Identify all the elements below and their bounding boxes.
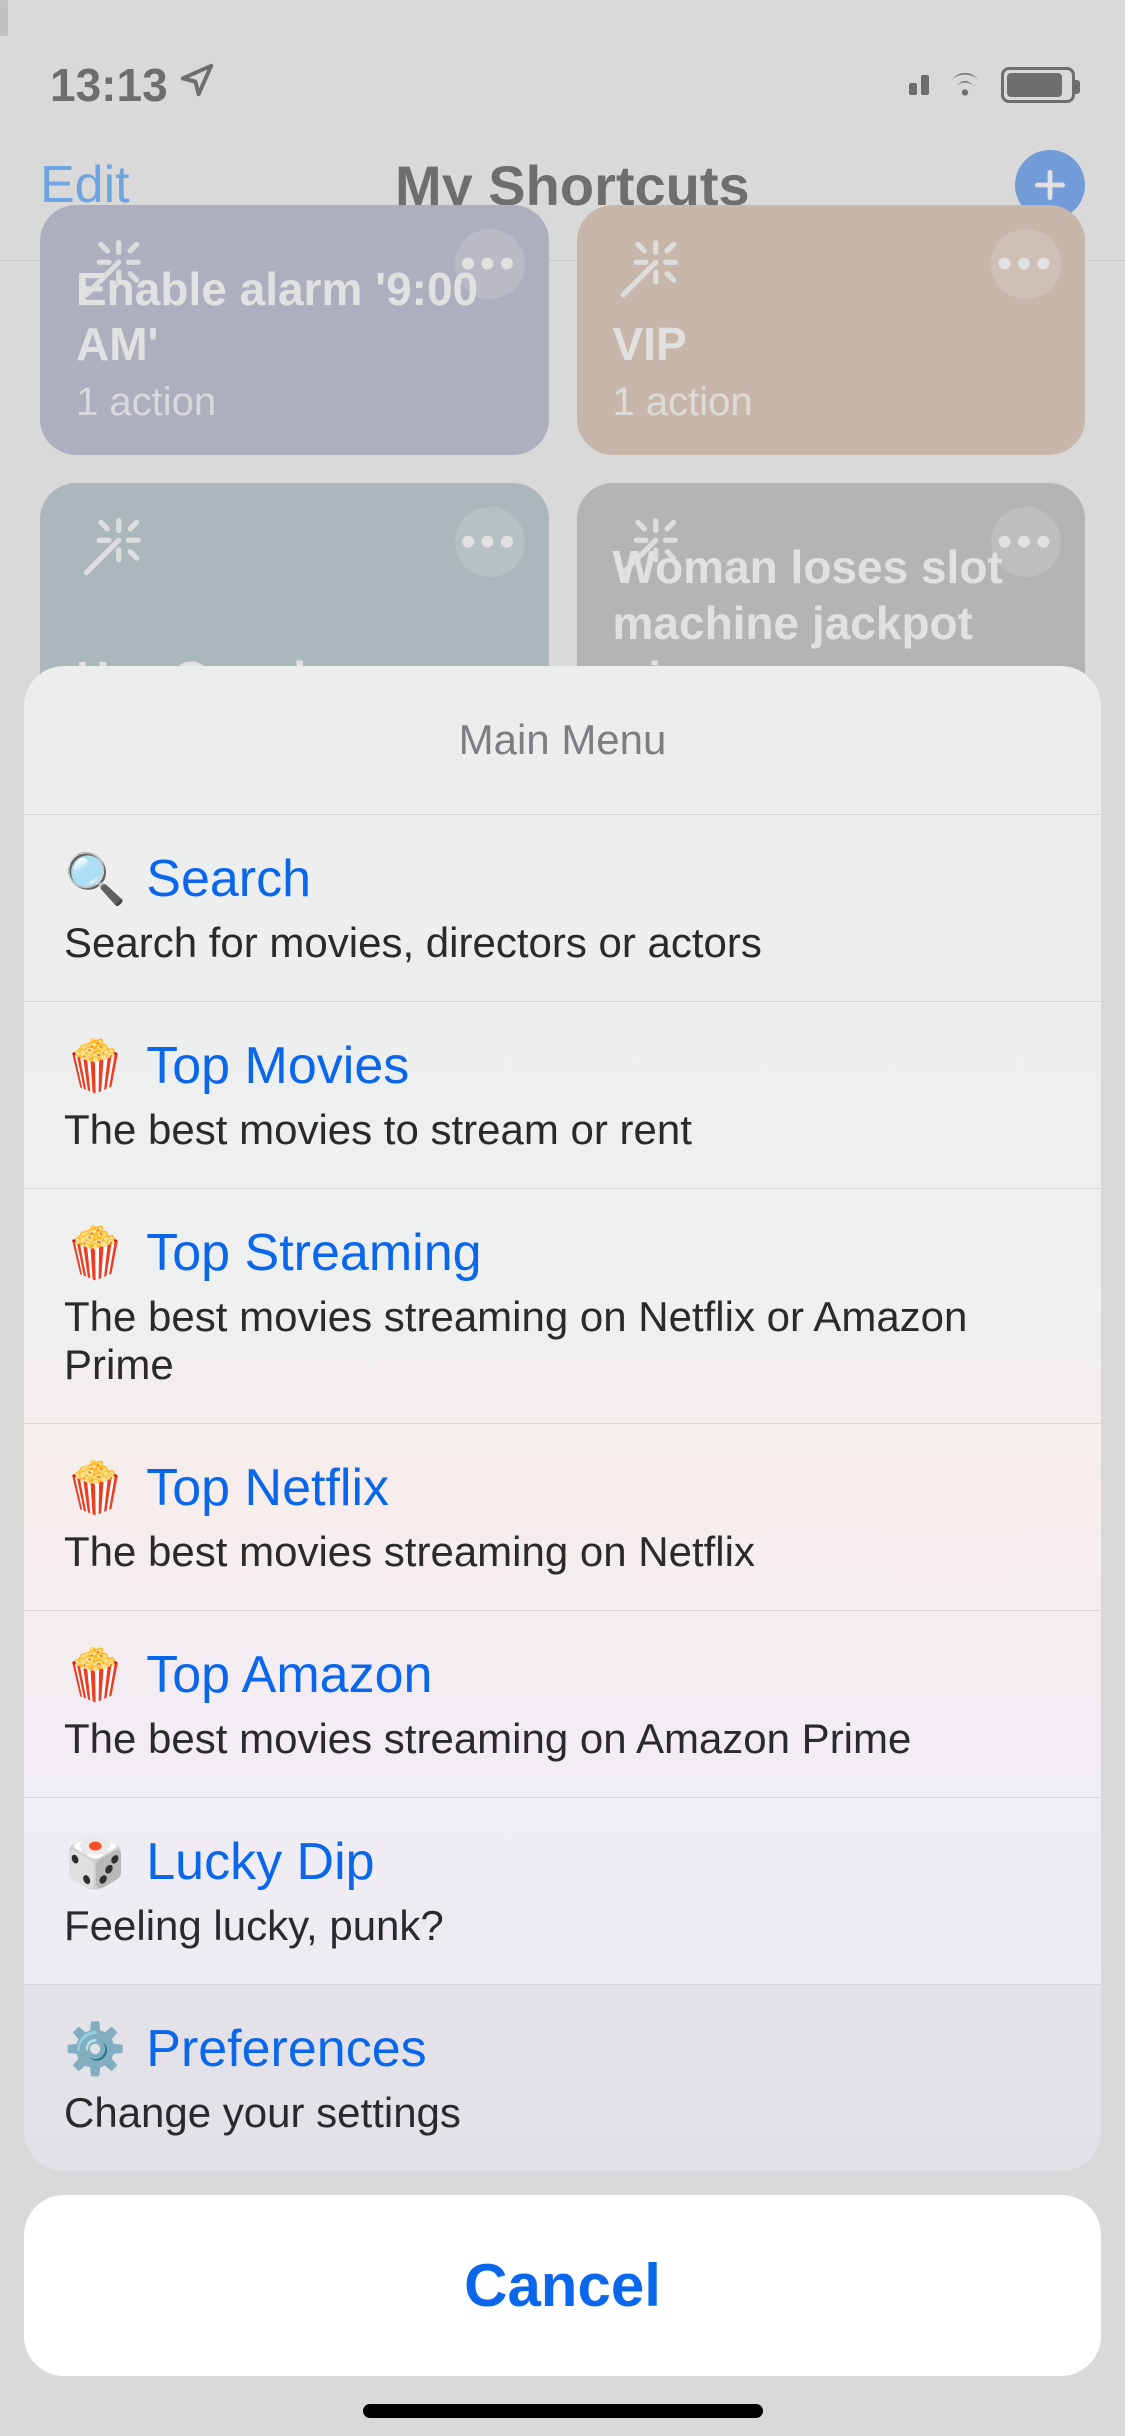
menu-item-label: Search [146, 849, 311, 909]
menu-item-label: Top Streaming [146, 1223, 481, 1283]
menu-item-label: Top Netflix [146, 1458, 389, 1518]
menu-item-desc: The best movies streaming on Netflix or … [64, 1293, 1061, 1389]
menu-item-desc: The best movies streaming on Amazon Prim… [64, 1715, 1061, 1763]
menu-item-desc: The best movies streaming on Netflix [64, 1528, 1061, 1576]
action-sheet: Main Menu 🔍 Search Search for movies, di… [0, 666, 1125, 2436]
menu-item-desc: Change your settings [64, 2089, 1061, 2137]
menu-item-label: Lucky Dip [146, 1832, 374, 1892]
menu-item-top-movies[interactable]: 🍿 Top Movies The best movies to stream o… [24, 1002, 1101, 1189]
menu-item-preferences[interactable]: ⚙️ Preferences Change your settings [24, 1985, 1101, 2171]
popcorn-icon: 🍿 [64, 1650, 126, 1700]
dice-icon: 🎲 [64, 1837, 126, 1887]
menu-item-top-streaming[interactable]: 🍿 Top Streaming The best movies streamin… [24, 1189, 1101, 1424]
menu-item-desc: Feeling lucky, punk? [64, 1902, 1061, 1950]
menu-item-label: Preferences [146, 2019, 426, 2079]
cancel-button[interactable]: Cancel [24, 2195, 1101, 2376]
popcorn-icon: 🍿 [64, 1041, 126, 1091]
menu-item-top-netflix[interactable]: 🍿 Top Netflix The best movies streaming … [24, 1424, 1101, 1611]
popcorn-icon: 🍿 [64, 1463, 126, 1513]
gear-icon: ⚙️ [64, 2024, 126, 2074]
menu-item-search[interactable]: 🔍 Search Search for movies, directors or… [24, 815, 1101, 1002]
home-indicator[interactable] [363, 2404, 763, 2418]
menu-item-lucky-dip[interactable]: 🎲 Lucky Dip Feeling lucky, punk? [24, 1798, 1101, 1985]
popcorn-icon: 🍿 [64, 1228, 126, 1278]
menu-item-desc: Search for movies, directors or actors [64, 919, 1061, 967]
menu-item-label: Top Amazon [146, 1645, 432, 1705]
menu-item-desc: The best movies to stream or rent [64, 1106, 1061, 1154]
menu-item-label: Top Movies [146, 1036, 409, 1096]
search-icon: 🔍 [64, 854, 126, 904]
menu-item-top-amazon[interactable]: 🍿 Top Amazon The best movies streaming o… [24, 1611, 1101, 1798]
sheet-title: Main Menu [24, 666, 1101, 815]
